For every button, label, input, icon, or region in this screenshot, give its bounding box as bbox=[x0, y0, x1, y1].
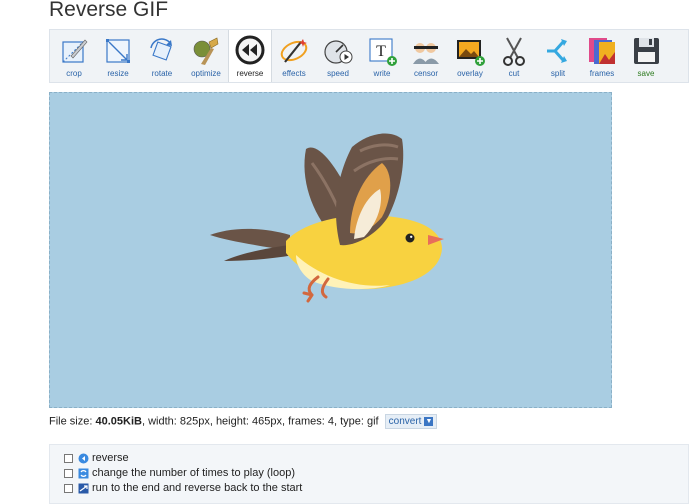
floppy-disk-icon bbox=[634, 38, 659, 64]
option-loop: change the number of times to play (loop… bbox=[64, 467, 295, 479]
tool-speed[interactable]: speed bbox=[316, 30, 360, 82]
file-size-value: 40.05KiB bbox=[95, 415, 142, 428]
option-label: reverse bbox=[92, 452, 129, 464]
tool-crop[interactable]: crop bbox=[52, 30, 96, 82]
bounce-icon bbox=[78, 483, 89, 493]
censor-icon bbox=[413, 43, 439, 64]
tool-label: cut bbox=[508, 69, 520, 78]
tool-label: optimize bbox=[191, 69, 221, 78]
option-bounce: run to the end and reverse back to the s… bbox=[64, 482, 302, 494]
scissors-icon bbox=[503, 37, 525, 66]
options-panel: reverse change the number of times to pl… bbox=[49, 444, 689, 504]
bird-image bbox=[210, 133, 444, 303]
tool-label: split bbox=[550, 69, 566, 78]
effects-icon bbox=[280, 39, 308, 63]
tool-label: resize bbox=[107, 69, 129, 78]
split-icon bbox=[547, 39, 567, 63]
tool-censor[interactable]: censor bbox=[404, 30, 448, 82]
tool-label: censor bbox=[413, 69, 438, 78]
convert-button[interactable]: convert ▼ bbox=[384, 414, 438, 429]
write-icon: T bbox=[369, 38, 397, 66]
tool-overlay[interactable]: overlay bbox=[448, 30, 492, 82]
convert-label: convert bbox=[388, 416, 422, 427]
tool-label: effects bbox=[282, 69, 306, 78]
file-info: File size: 40.05KiB, width: 825px, heigh… bbox=[49, 414, 438, 429]
tool-effects[interactable]: effects bbox=[272, 30, 316, 82]
tool-write[interactable]: T write bbox=[360, 30, 404, 82]
reverse-icon bbox=[235, 35, 265, 65]
tool-label: save bbox=[637, 69, 655, 78]
tool-label: frames bbox=[589, 69, 615, 78]
tool-rotate[interactable]: rotate bbox=[140, 30, 184, 82]
reverse-small-icon bbox=[78, 453, 89, 463]
tool-optimize[interactable]: optimize bbox=[184, 30, 228, 82]
option-label: change the number of times to play (loop… bbox=[92, 467, 296, 479]
file-size-label: File size: bbox=[49, 415, 96, 428]
tool-label: write bbox=[373, 69, 391, 78]
frames-icon bbox=[589, 38, 615, 64]
tool-label: overlay bbox=[457, 69, 483, 78]
tool-cut[interactable]: cut bbox=[492, 30, 536, 82]
option-reverse: reverse bbox=[64, 452, 129, 464]
file-details: , width: 825px, height: 465px, frames: 4… bbox=[141, 415, 379, 428]
option-label: run to the end and reverse back to the s… bbox=[92, 482, 303, 494]
tool-label: rotate bbox=[151, 69, 173, 78]
resize-icon bbox=[106, 39, 130, 63]
tool-reverse[interactable]: reverse bbox=[228, 30, 272, 82]
tool-label: reverse bbox=[236, 69, 264, 78]
optimize-icon bbox=[193, 37, 219, 65]
tool-bar: crop resize rotate optimize reverse effe… bbox=[49, 29, 689, 83]
tool-frames[interactable]: frames bbox=[580, 30, 624, 82]
download-arrow-icon: ▼ bbox=[424, 416, 434, 426]
loop-checkbox[interactable] bbox=[64, 468, 73, 478]
reverse-checkbox[interactable] bbox=[64, 453, 73, 463]
speed-icon bbox=[324, 40, 353, 64]
overlay-icon bbox=[457, 40, 485, 66]
crop-icon bbox=[62, 39, 88, 63]
tool-split[interactable]: split bbox=[536, 30, 580, 82]
svg-text:T: T bbox=[376, 43, 386, 60]
rotate-icon bbox=[150, 38, 172, 61]
tool-label: speed bbox=[327, 69, 349, 78]
loop-icon bbox=[78, 468, 89, 478]
tool-save[interactable]: save bbox=[624, 30, 668, 82]
tool-label: crop bbox=[66, 69, 82, 78]
bounce-checkbox[interactable] bbox=[64, 483, 73, 493]
tool-resize[interactable]: resize bbox=[96, 30, 140, 82]
gif-preview bbox=[49, 92, 612, 408]
page-title: Reverse GIF bbox=[49, 0, 169, 21]
